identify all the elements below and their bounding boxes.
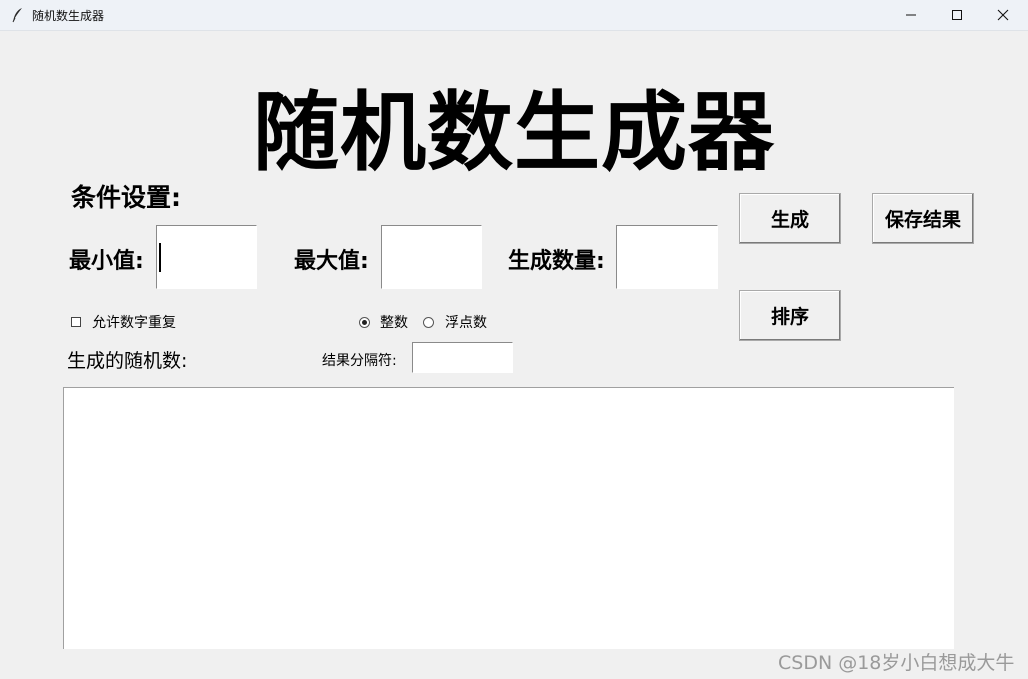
text-caret (159, 243, 161, 272)
max-label: 最大值: (294, 249, 369, 274)
minimize-icon (905, 9, 917, 21)
allow-repeat-checkbox[interactable] (71, 317, 81, 327)
results-textarea[interactable] (63, 387, 954, 649)
sort-button[interactable]: 排序 (739, 290, 841, 341)
float-radio[interactable] (423, 316, 434, 328)
save-results-button[interactable]: 保存结果 (872, 193, 974, 244)
separator-label: 结果分隔符: (322, 353, 397, 369)
watermark: CSDN @18岁小白想成大牛 (778, 652, 1015, 674)
close-button[interactable] (980, 0, 1026, 30)
count-input[interactable] (616, 225, 718, 289)
float-radio-label: 浮点数 (445, 315, 487, 331)
maximize-icon (951, 9, 963, 21)
count-label: 生成数量: (508, 249, 605, 274)
generate-button[interactable]: 生成 (739, 193, 841, 244)
feather-icon (11, 7, 25, 23)
min-input[interactable] (156, 225, 257, 289)
min-label: 最小值: (69, 249, 144, 274)
integer-radio-label: 整数 (380, 315, 408, 331)
close-icon (997, 9, 1009, 21)
allow-repeat-label: 允许数字重复 (92, 315, 176, 331)
allow-repeat-option[interactable]: 允许数字重复 (71, 312, 176, 332)
number-type-radio-group: 整数 浮点数 (359, 312, 487, 332)
minimize-button[interactable] (888, 0, 934, 30)
window-titlebar: 随机数生成器 (0, 0, 1028, 31)
conditions-label: 条件设置: (71, 183, 181, 212)
app-heading: 随机数生成器 (253, 83, 775, 183)
results-label: 生成的随机数: (67, 350, 188, 372)
separator-input[interactable] (412, 342, 513, 373)
integer-radio[interactable] (359, 316, 370, 328)
window-title: 随机数生成器 (32, 9, 105, 23)
max-input[interactable] (381, 225, 482, 289)
maximize-button[interactable] (934, 0, 980, 30)
